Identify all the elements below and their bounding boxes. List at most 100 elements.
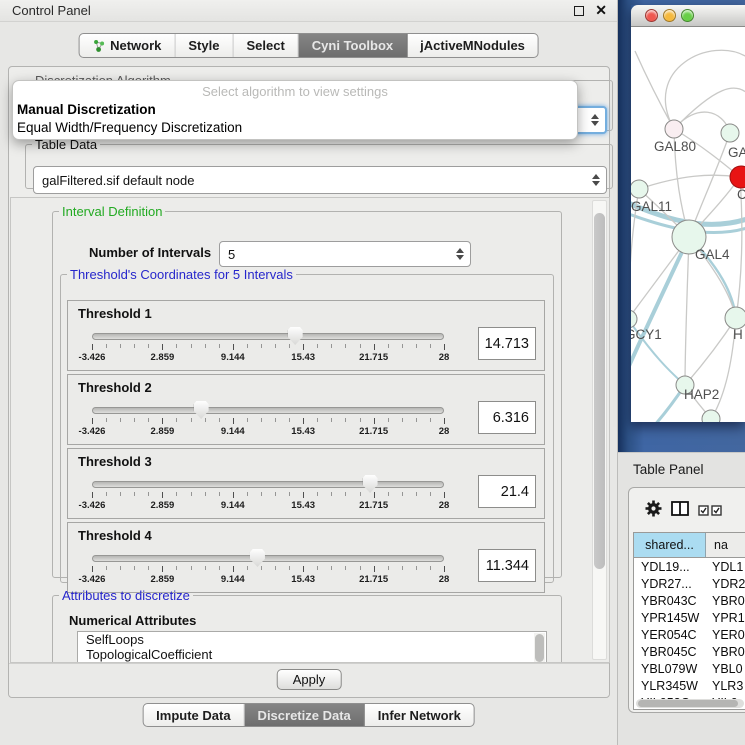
table-row[interactable]: YBL079WYBL0	[634, 660, 745, 677]
column-layout-icon[interactable]	[671, 501, 689, 516]
close-traffic-light-icon[interactable]	[645, 9, 658, 22]
close-icon[interactable]: ✕	[595, 2, 607, 19]
table-panel-body: shared... na YDL19...YDL1YDR27...YDR2YBR…	[628, 487, 745, 713]
column-header-name[interactable]: na	[706, 533, 745, 557]
scale-label: 21.715	[359, 426, 388, 437]
table-row[interactable]: YLR345WYLR3	[634, 677, 745, 694]
threshold-value-field[interactable]: 6.316	[478, 401, 536, 434]
network-canvas[interactable]: GAL80 GA C GAL11 GAL4 GCY1 H HAP2	[631, 27, 745, 422]
scrollbar-thumb[interactable]	[638, 700, 738, 707]
table-row[interactable]: YBR045CYBR0	[634, 643, 745, 660]
threshold-value-field[interactable]: 14.713	[478, 327, 536, 360]
table-row[interactable]: YPR145WYPR1	[634, 609, 745, 626]
tab-impute-data[interactable]: Impute Data	[143, 704, 244, 726]
scale-label: -3.426	[79, 574, 106, 585]
threshold-slider[interactable]: -3.4262.8599.14415.4321.71528	[82, 327, 454, 369]
control-panel: Control Panel ✕ NetworkStyleSelectCyni T…	[0, 0, 618, 745]
tab-discretize-data[interactable]: Discretize Data	[245, 704, 365, 726]
attribute-item-selfloops[interactable]: SelfLoops	[78, 632, 546, 647]
node-label-gcy1: GCY1	[631, 327, 662, 342]
threshold-value-field[interactable]: 11.344	[478, 549, 536, 582]
column-header-shared-name[interactable]: shared...	[634, 533, 706, 557]
threshold-slider[interactable]: -3.4262.8599.14415.4321.71528	[82, 401, 454, 443]
slider-ticks	[92, 418, 444, 425]
cyni-toolbox-panel: Discretization Algorithm Table Data galF…	[8, 66, 610, 698]
algorithm-dropdown-popup: Select algorithm to view settings Manual…	[12, 80, 578, 140]
list-scrollbar[interactable]	[534, 633, 545, 663]
tab-label: jActiveMNodules	[420, 38, 525, 53]
threshold-slider[interactable]: -3.4262.8599.14415.4321.71528	[82, 475, 454, 517]
threshold-panel-4: Threshold 4 -3.4262.8599.14415.4321.7152…	[67, 522, 545, 593]
interval-definition-group: Interval Definition Number of Intervals …	[52, 204, 562, 578]
slider-thumb-icon[interactable]	[363, 475, 378, 493]
tab-label: Infer Network	[378, 708, 461, 723]
scale-label: 21.715	[359, 500, 388, 511]
table-row[interactable]: YDL19...YDL1	[634, 558, 745, 575]
scale-label: 15.43	[291, 352, 315, 363]
slider-scale-labels: -3.4262.8599.14415.4321.71528	[92, 352, 444, 364]
scale-label: 9.144	[221, 500, 245, 511]
threshold-slider[interactable]: -3.4262.8599.14415.4321.71528	[82, 549, 454, 591]
settings-scrollbar[interactable]	[592, 200, 607, 660]
tab-label: Select	[246, 38, 284, 53]
top-tab-bar: NetworkStyle Select Cyni Toolbox jActiveMNo…	[78, 33, 539, 58]
popup-option-equal-width-frequency[interactable]: Equal Width/Frequency Discretization	[17, 120, 242, 135]
tab-jactivemnodules[interactable]: jActiveMNodules	[407, 34, 538, 57]
scale-label: 2.859	[151, 574, 175, 585]
slider-track[interactable]	[92, 555, 444, 562]
slider-thumb-icon[interactable]	[194, 401, 209, 419]
cell-name: YDR2	[706, 577, 745, 591]
gear-icon[interactable]	[644, 499, 663, 518]
threshold-panel-2: Threshold 2 -3.4262.8599.14415.4321.7152…	[67, 374, 545, 445]
combobox-stepper-icon	[591, 114, 599, 126]
table-data-combobox[interactable]: galFiltered.sif default node	[33, 166, 607, 194]
node-h[interactable]	[725, 307, 745, 329]
node-red-selected[interactable]	[730, 166, 745, 188]
table-rows: YDL19...YDL1YDR27...YDR2YBR043CYBR0YPR14…	[634, 558, 745, 699]
node-gal11[interactable]	[631, 180, 648, 198]
node-gal80[interactable]	[665, 120, 683, 138]
horizontal-scrollbar[interactable]	[636, 699, 744, 708]
table-row[interactable]: YBR043CYBR0	[634, 592, 745, 609]
table-toolbar	[629, 488, 745, 530]
checkbox-icon[interactable]	[698, 505, 709, 516]
float-window-icon[interactable]	[574, 6, 584, 16]
numerical-attributes-list[interactable]: SelfLoopsTopologicalCoefficientBetweenne…	[77, 631, 547, 663]
cell-shared-name: YLR345W	[634, 679, 706, 693]
threshold-label: Threshold 1	[78, 306, 152, 321]
tab-network[interactable]: Network	[79, 34, 175, 57]
table-row[interactable]: YDR27...YDR2	[634, 575, 745, 592]
cell-name: YPR1	[706, 611, 745, 625]
attribute-item-topologicalcoefficient[interactable]: TopologicalCoefficient	[78, 647, 546, 662]
slider-track[interactable]	[92, 333, 444, 340]
slider-track[interactable]	[92, 407, 444, 414]
table-row[interactable]: YER054CYER0	[634, 626, 745, 643]
threshold-value-field[interactable]: 21.4	[478, 475, 536, 508]
slider-thumb-icon[interactable]	[250, 549, 265, 567]
node-gcy1[interactable]	[631, 310, 637, 328]
tab-select[interactable]: Select	[233, 34, 298, 57]
tab-style[interactable]: Style	[175, 34, 233, 57]
cell-name: YER0	[706, 628, 745, 642]
scale-label: -3.426	[79, 426, 106, 437]
zoom-traffic-light-icon[interactable]	[681, 9, 694, 22]
tab-cyni-toolbox[interactable]: Cyni Toolbox	[299, 34, 407, 57]
minimize-traffic-light-icon[interactable]	[663, 9, 676, 22]
tab-label: Discretize Data	[258, 708, 351, 723]
cell-shared-name: YPR145W	[634, 611, 706, 625]
tab-infer-network[interactable]: Infer Network	[365, 704, 474, 726]
checkbox-icon[interactable]	[711, 505, 722, 516]
threshold-coordinates-title: Threshold's Coordinates for 5 Intervals	[67, 267, 296, 282]
slider-track[interactable]	[92, 481, 444, 488]
slider-scale-labels: -3.4262.8599.14415.4321.71528	[92, 426, 444, 438]
popup-option-manual-discretization[interactable]: Manual Discretization	[17, 102, 156, 117]
node-partial-top-right[interactable]	[721, 124, 739, 142]
slider-ticks	[92, 566, 444, 573]
apply-button[interactable]: Apply	[277, 669, 342, 690]
num-intervals-combobox[interactable]: 5	[219, 241, 471, 267]
scrollbar-thumb[interactable]	[594, 213, 605, 569]
scale-label: 28	[439, 352, 450, 363]
network-window-titlebar	[631, 5, 745, 27]
num-intervals-value: 5	[228, 247, 235, 262]
slider-thumb-icon[interactable]	[288, 327, 303, 345]
